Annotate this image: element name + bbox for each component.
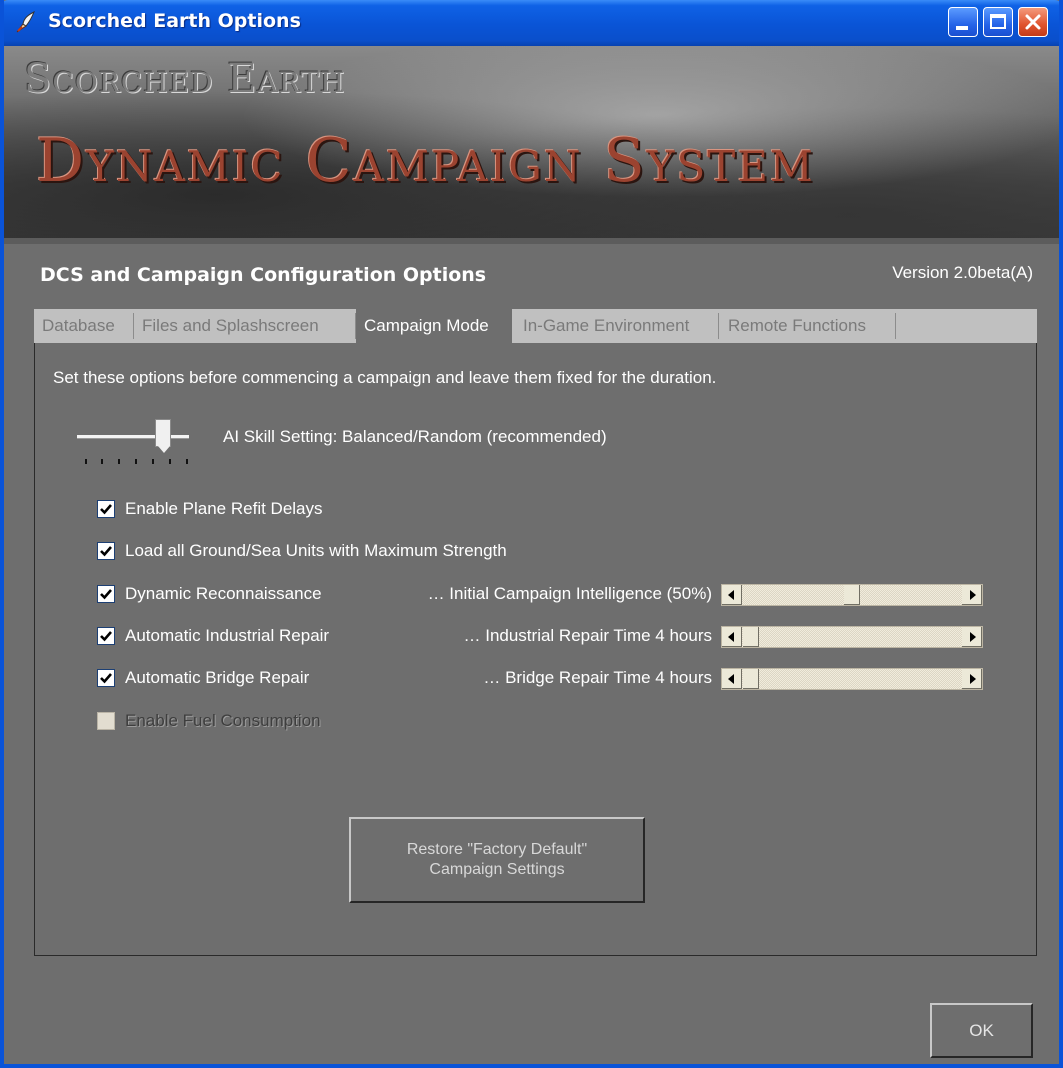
plane-refit-label[interactable]: Enable Plane Refit Delays xyxy=(125,499,323,519)
flame-pen-icon xyxy=(16,10,35,33)
max-strength-checkbox[interactable] xyxy=(97,542,115,560)
max-strength-label[interactable]: Load all Ground/Sea Units with Maximum S… xyxy=(125,541,507,561)
minimize-button[interactable] xyxy=(948,7,978,37)
ai-skill-label: AI Skill Setting: Balanced/Random (recom… xyxy=(223,427,607,446)
banner-line2: Dynamic Campaign System xyxy=(36,126,815,196)
scroll-left-icon[interactable] xyxy=(722,627,742,647)
intelligence-scrollbar[interactable] xyxy=(721,584,983,606)
tab-database[interactable]: Database xyxy=(34,309,134,343)
bridge-repair-label[interactable]: Automatic Bridge Repair xyxy=(125,668,309,688)
campaign-mode-panel: Set these options before commencing a ca… xyxy=(34,343,1037,956)
bridge-repair-scrollbar[interactable] xyxy=(721,668,983,690)
plane-refit-checkbox[interactable] xyxy=(97,500,115,518)
check-icon xyxy=(100,631,112,642)
dynamic-recon-checkbox[interactable] xyxy=(97,585,115,603)
close-icon xyxy=(1025,14,1041,30)
slider-tick xyxy=(135,459,137,464)
check-icon xyxy=(100,673,112,684)
ai-skill-ticks xyxy=(85,459,189,465)
industrial-repair-checkbox[interactable] xyxy=(97,627,115,645)
banner-line1: Scorched Earth xyxy=(24,56,346,102)
window-title: Scorched Earth Options xyxy=(48,10,301,32)
check-icon xyxy=(100,546,112,557)
slider-tick xyxy=(101,459,103,464)
banner-divider xyxy=(4,238,1059,244)
slider-tick xyxy=(169,459,171,464)
close-button[interactable] xyxy=(1018,7,1048,37)
slider-tick xyxy=(118,459,120,464)
industrial-repair-scrollbar[interactable] xyxy=(721,626,983,648)
ok-button[interactable]: OK xyxy=(930,1003,1033,1058)
scroll-right-icon[interactable] xyxy=(962,627,982,647)
intelligence-slider-label: … Initial Campaign Intelligence (50%) xyxy=(427,584,712,603)
ai-skill-slider-thumb[interactable] xyxy=(155,419,171,453)
banner-image: Scorched Earth Dynamic Campaign System xyxy=(4,46,1059,244)
tab-files-and-splashscreen[interactable]: Files and Splashscreen xyxy=(134,309,356,343)
scroll-right-icon[interactable] xyxy=(962,669,982,689)
check-icon xyxy=(100,504,112,515)
check-icon xyxy=(100,589,112,600)
restore-defaults-button[interactable]: Restore "Factory Default" Campaign Setti… xyxy=(349,817,645,903)
version-label: Version 2.0beta(A) xyxy=(892,263,1033,282)
slider-tick xyxy=(186,459,188,464)
scroll-left-icon[interactable] xyxy=(722,585,742,605)
industrial-repair-time-label: … Industrial Repair Time 4 hours xyxy=(463,626,713,645)
scroll-left-icon[interactable] xyxy=(722,669,742,689)
options-window: Scorched Earth Options Scorched Earth Dy… xyxy=(0,0,1063,1068)
slider-tick xyxy=(152,459,154,464)
industrial-repair-label[interactable]: Automatic Industrial Repair xyxy=(125,626,329,646)
bridge-repair-time-label: … Bridge Repair Time 4 hours xyxy=(483,668,712,687)
tab-remote-functions[interactable]: Remote Functions xyxy=(720,309,896,343)
tab-bar: Database Files and Splashscreen Campaign… xyxy=(34,309,1037,343)
scroll-right-icon[interactable] xyxy=(962,585,982,605)
title-bar[interactable]: Scorched Earth Options xyxy=(4,0,1059,46)
minimize-icon xyxy=(956,26,968,30)
bridge-repair-checkbox[interactable] xyxy=(97,669,115,687)
intro-text: Set these options before commencing a ca… xyxy=(53,368,717,387)
maximize-icon xyxy=(990,14,1006,29)
slider-tick xyxy=(85,459,87,464)
maximize-button[interactable] xyxy=(983,7,1013,37)
dynamic-recon-label[interactable]: Dynamic Reconnaissance xyxy=(125,584,322,604)
fuel-consumption-checkbox xyxy=(97,712,115,730)
intelligence-scroll-thumb[interactable] xyxy=(844,585,860,605)
page-title: DCS and Campaign Configuration Options xyxy=(40,264,487,286)
tab-in-game-environment[interactable]: In-Game Environment xyxy=(515,309,719,343)
industrial-repair-scroll-thumb[interactable] xyxy=(743,627,759,647)
bridge-repair-scroll-thumb[interactable] xyxy=(743,669,759,689)
fuel-consumption-label: Enable Fuel Consumption xyxy=(125,711,321,730)
tab-campaign-mode[interactable]: Campaign Mode xyxy=(356,309,512,343)
ai-skill-slider-track[interactable] xyxy=(77,435,189,439)
